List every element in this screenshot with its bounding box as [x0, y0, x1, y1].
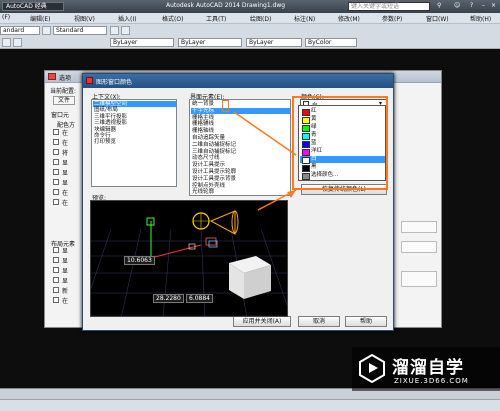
status-bar [0, 399, 500, 411]
watermark: 溜溜自学 ZIXUE.3D66.COM [352, 347, 500, 391]
watermark-logo-icon [359, 353, 385, 383]
watermark-title: 溜溜自学 [392, 358, 464, 378]
watermark-url: ZIXUE.3D66.COM [394, 377, 469, 385]
